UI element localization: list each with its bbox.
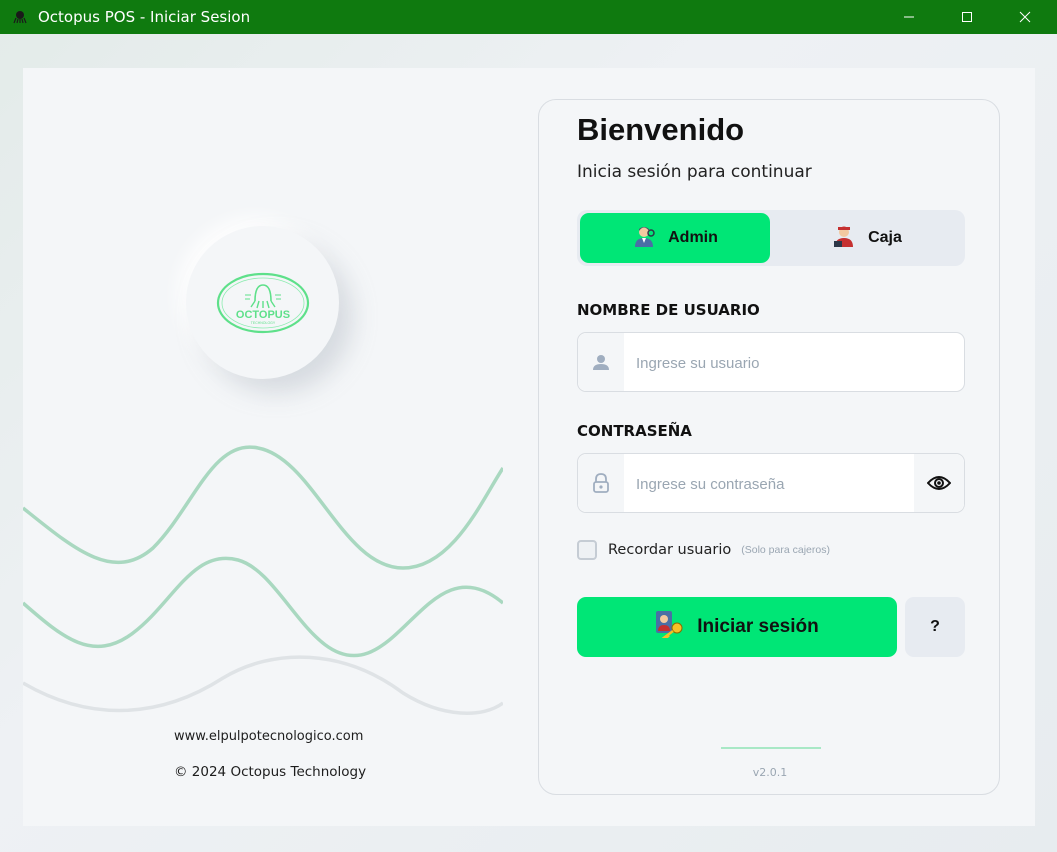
minimize-button[interactable] [886,0,932,34]
role-selector: Admin Caja [577,210,965,266]
role-admin-label: Admin [668,229,718,246]
window-title: Octopus POS - Iniciar Sesion [38,8,251,26]
remember-checkbox[interactable] [577,540,597,560]
username-input[interactable] [634,349,908,377]
remember-row: Recordar usuario (Solo para cajeros) [577,540,830,560]
window-titlebar: Octopus POS - Iniciar Sesion [0,0,1057,34]
page-title: Bienvenido [577,112,745,147]
logo-badge: OCTOPUS TECHNOLOGY [186,226,339,379]
role-admin-button[interactable]: Admin [580,213,770,263]
login-panel: Bienvenido Inicia sesión para continuar … [538,99,1000,795]
remember-label[interactable]: Recordar usuario [608,542,731,558]
login-card: OCTOPUS TECHNOLOGY www.elpulpotecnologic… [23,68,1035,826]
login-key-icon [655,610,685,644]
version-divider [721,747,821,749]
logo-subtext: TECHNOLOGY [250,321,275,325]
page-subtitle: Inicia sesión para continuar [577,162,812,182]
copyright-text: © 2024 Octopus Technology [174,764,367,780]
username-field [577,332,965,392]
octopus-logo-icon: OCTOPUS TECHNOLOGY [216,272,309,333]
website-link[interactable]: www.elpulpotecnologico.com [174,729,363,744]
close-button[interactable] [1002,0,1048,34]
username-label: NOMBRE DE USUARIO [577,301,760,319]
password-field [577,453,965,513]
login-button-label: Iniciar sesión [697,616,819,637]
maximize-button[interactable] [944,0,990,34]
decorative-waves [23,445,503,715]
role-caja-button[interactable]: Caja [772,213,962,263]
help-button[interactable]: ? [905,597,965,657]
login-button[interactable]: Iniciar sesión [577,597,897,657]
eye-icon [927,476,951,490]
cashier-avatar-icon [832,224,856,253]
role-caja-label: Caja [868,229,902,246]
admin-avatar-icon [632,224,656,253]
logo-text: OCTOPUS [235,309,289,321]
lock-icon [578,454,624,512]
remember-note: (Solo para cajeros) [741,544,830,556]
password-label: CONTRASEÑA [577,422,692,440]
user-icon [578,333,624,391]
password-input[interactable] [634,470,908,498]
version-text: v2.0.1 [752,766,788,779]
toggle-password-visibility[interactable] [914,454,964,512]
app-octopus-icon [12,9,28,25]
